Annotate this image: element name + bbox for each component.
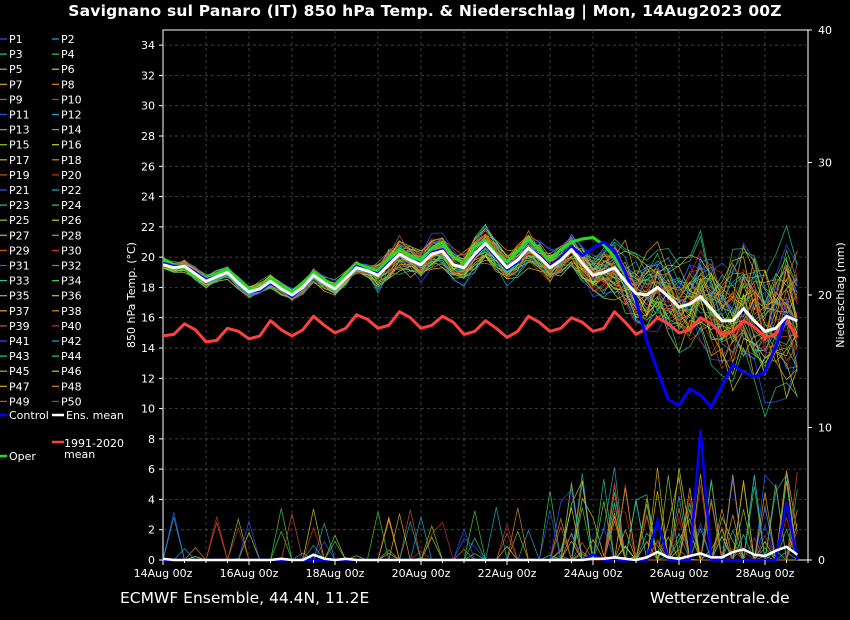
x-tick-label: 26Aug 00z bbox=[650, 567, 709, 580]
y-tick-label: 22 bbox=[141, 221, 155, 234]
legend-item-P14: P14 bbox=[61, 124, 82, 137]
legend-item-P27: P27 bbox=[9, 229, 30, 242]
legend-item-P50: P50 bbox=[61, 395, 82, 408]
legend-item-P22: P22 bbox=[61, 184, 82, 197]
y-axis-label: 850 hPa Temp. (°C) bbox=[125, 242, 138, 348]
y-tick-label: 28 bbox=[141, 130, 155, 143]
legend-item-P26: P26 bbox=[61, 214, 82, 227]
legend-item-ens-mean: Ens. mean bbox=[66, 409, 124, 422]
legend-item-P32: P32 bbox=[61, 260, 82, 273]
x-tick-label: 24Aug 00z bbox=[564, 567, 623, 580]
legend-item-oper: Oper bbox=[9, 450, 36, 463]
legend-item-P44: P44 bbox=[61, 350, 82, 363]
legend-item-P25: P25 bbox=[9, 214, 30, 227]
y-tick-label: 14 bbox=[141, 342, 155, 355]
y-tick-label: 8 bbox=[148, 433, 155, 446]
legend-item-P15: P15 bbox=[9, 139, 30, 152]
legend-item-P4: P4 bbox=[61, 48, 75, 61]
legend-item-P8: P8 bbox=[61, 78, 75, 91]
y2-tick-label: 30 bbox=[818, 157, 832, 170]
legend-item-P39: P39 bbox=[9, 320, 30, 333]
y-tick-label: 0 bbox=[148, 554, 155, 567]
y-tick-label: 16 bbox=[141, 312, 155, 325]
legend-item-P48: P48 bbox=[61, 380, 82, 393]
y-tick-label: 20 bbox=[141, 251, 155, 264]
y-tick-label: 10 bbox=[141, 403, 155, 416]
y2-tick-label: 40 bbox=[818, 24, 832, 37]
legend-item-P30: P30 bbox=[61, 244, 82, 257]
ensemble-chart: P1 P2 P3 P4 P5 P6 P7 P8 P9 P10 P11 P12 P13 P14 P15 P16 P… bbox=[0, 24, 847, 585]
legend-item-P47: P47 bbox=[9, 380, 30, 393]
x-tick-label: 20Aug 00z bbox=[392, 567, 451, 580]
legend-item-P23: P23 bbox=[9, 199, 30, 212]
legend-item-P1: P1 bbox=[9, 33, 23, 46]
legend-item-P41: P41 bbox=[9, 335, 30, 348]
legend-item-P2: P2 bbox=[61, 33, 75, 46]
x-tick-label: 28Aug 00z bbox=[736, 567, 795, 580]
source-label: Wetterzentrale.de bbox=[650, 589, 790, 607]
legend-item-P13: P13 bbox=[9, 124, 30, 137]
y2-tick-label: 10 bbox=[818, 422, 832, 435]
legend-item-P46: P46 bbox=[61, 365, 82, 378]
y-tick-label: 30 bbox=[141, 100, 155, 113]
legend-item-P37: P37 bbox=[9, 305, 30, 318]
legend-item-P40: P40 bbox=[61, 320, 82, 333]
legend-item-P18: P18 bbox=[61, 154, 82, 167]
legend-item-P3: P3 bbox=[9, 48, 23, 61]
legend-item-P31: P31 bbox=[9, 260, 30, 273]
legend-item-P35: P35 bbox=[9, 290, 30, 303]
legend-item-P33: P33 bbox=[9, 275, 30, 288]
y-tick-label: 24 bbox=[141, 191, 155, 204]
y2-axis-label: Niederschlag (mm) bbox=[834, 242, 847, 347]
y-tick-label: 2 bbox=[148, 524, 155, 537]
legend-item-P28: P28 bbox=[61, 229, 82, 242]
y-tick-label: 12 bbox=[141, 372, 155, 385]
legend-item-P11: P11 bbox=[9, 109, 30, 122]
x-tick-label: 14Aug 00z bbox=[134, 567, 193, 580]
x-tick-label: 16Aug 00z bbox=[220, 567, 279, 580]
y2-tick-label: 20 bbox=[818, 289, 832, 302]
legend-item-P5: P5 bbox=[9, 63, 23, 76]
legend-item-P20: P20 bbox=[61, 169, 82, 182]
legend-item-P7: P7 bbox=[9, 78, 23, 91]
legend-item-climate-2: mean bbox=[64, 448, 95, 461]
legend-item-P17: P17 bbox=[9, 154, 30, 167]
legend-item-P38: P38 bbox=[61, 305, 82, 318]
legend-item-P36: P36 bbox=[61, 290, 82, 303]
y-tick-label: 34 bbox=[141, 39, 155, 52]
y-tick-label: 26 bbox=[141, 160, 155, 173]
legend-item-P16: P16 bbox=[61, 139, 82, 152]
legend-item-P19: P19 bbox=[9, 169, 30, 182]
legend-item-P42: P42 bbox=[61, 335, 82, 348]
y-tick-label: 32 bbox=[141, 69, 155, 82]
legend-item-P24: P24 bbox=[61, 199, 82, 212]
legend-item-P45: P45 bbox=[9, 365, 30, 378]
legend-item-P49: P49 bbox=[9, 395, 30, 408]
y-tick-label: 6 bbox=[148, 463, 155, 476]
legend-item-P29: P29 bbox=[9, 244, 30, 257]
legend-item-P10: P10 bbox=[61, 93, 82, 106]
legend-item-control: Control bbox=[9, 409, 49, 422]
legend-item-P21: P21 bbox=[9, 184, 30, 197]
legend-item-P9: P9 bbox=[9, 93, 23, 106]
legend-item-P34: P34 bbox=[61, 275, 82, 288]
x-axis-label: Date (UTC) bbox=[455, 583, 515, 585]
legend-item-P12: P12 bbox=[61, 109, 82, 122]
x-tick-label: 18Aug 00z bbox=[306, 567, 365, 580]
y2-tick-label: 0 bbox=[818, 554, 825, 567]
y-tick-label: 18 bbox=[141, 281, 155, 294]
legend-item-P6: P6 bbox=[61, 63, 75, 76]
model-label: ECMWF Ensemble, 44.4N, 11.2E bbox=[120, 589, 370, 607]
legend-item-P43: P43 bbox=[9, 350, 30, 363]
x-tick-label: 22Aug 00z bbox=[478, 567, 537, 580]
legend: P1 P2 P3 P4 P5 P6 P7 P8 P9 P10 P11 P12 P13 P14 P15 P16 P… bbox=[0, 33, 124, 463]
y-tick-label: 4 bbox=[148, 493, 155, 506]
